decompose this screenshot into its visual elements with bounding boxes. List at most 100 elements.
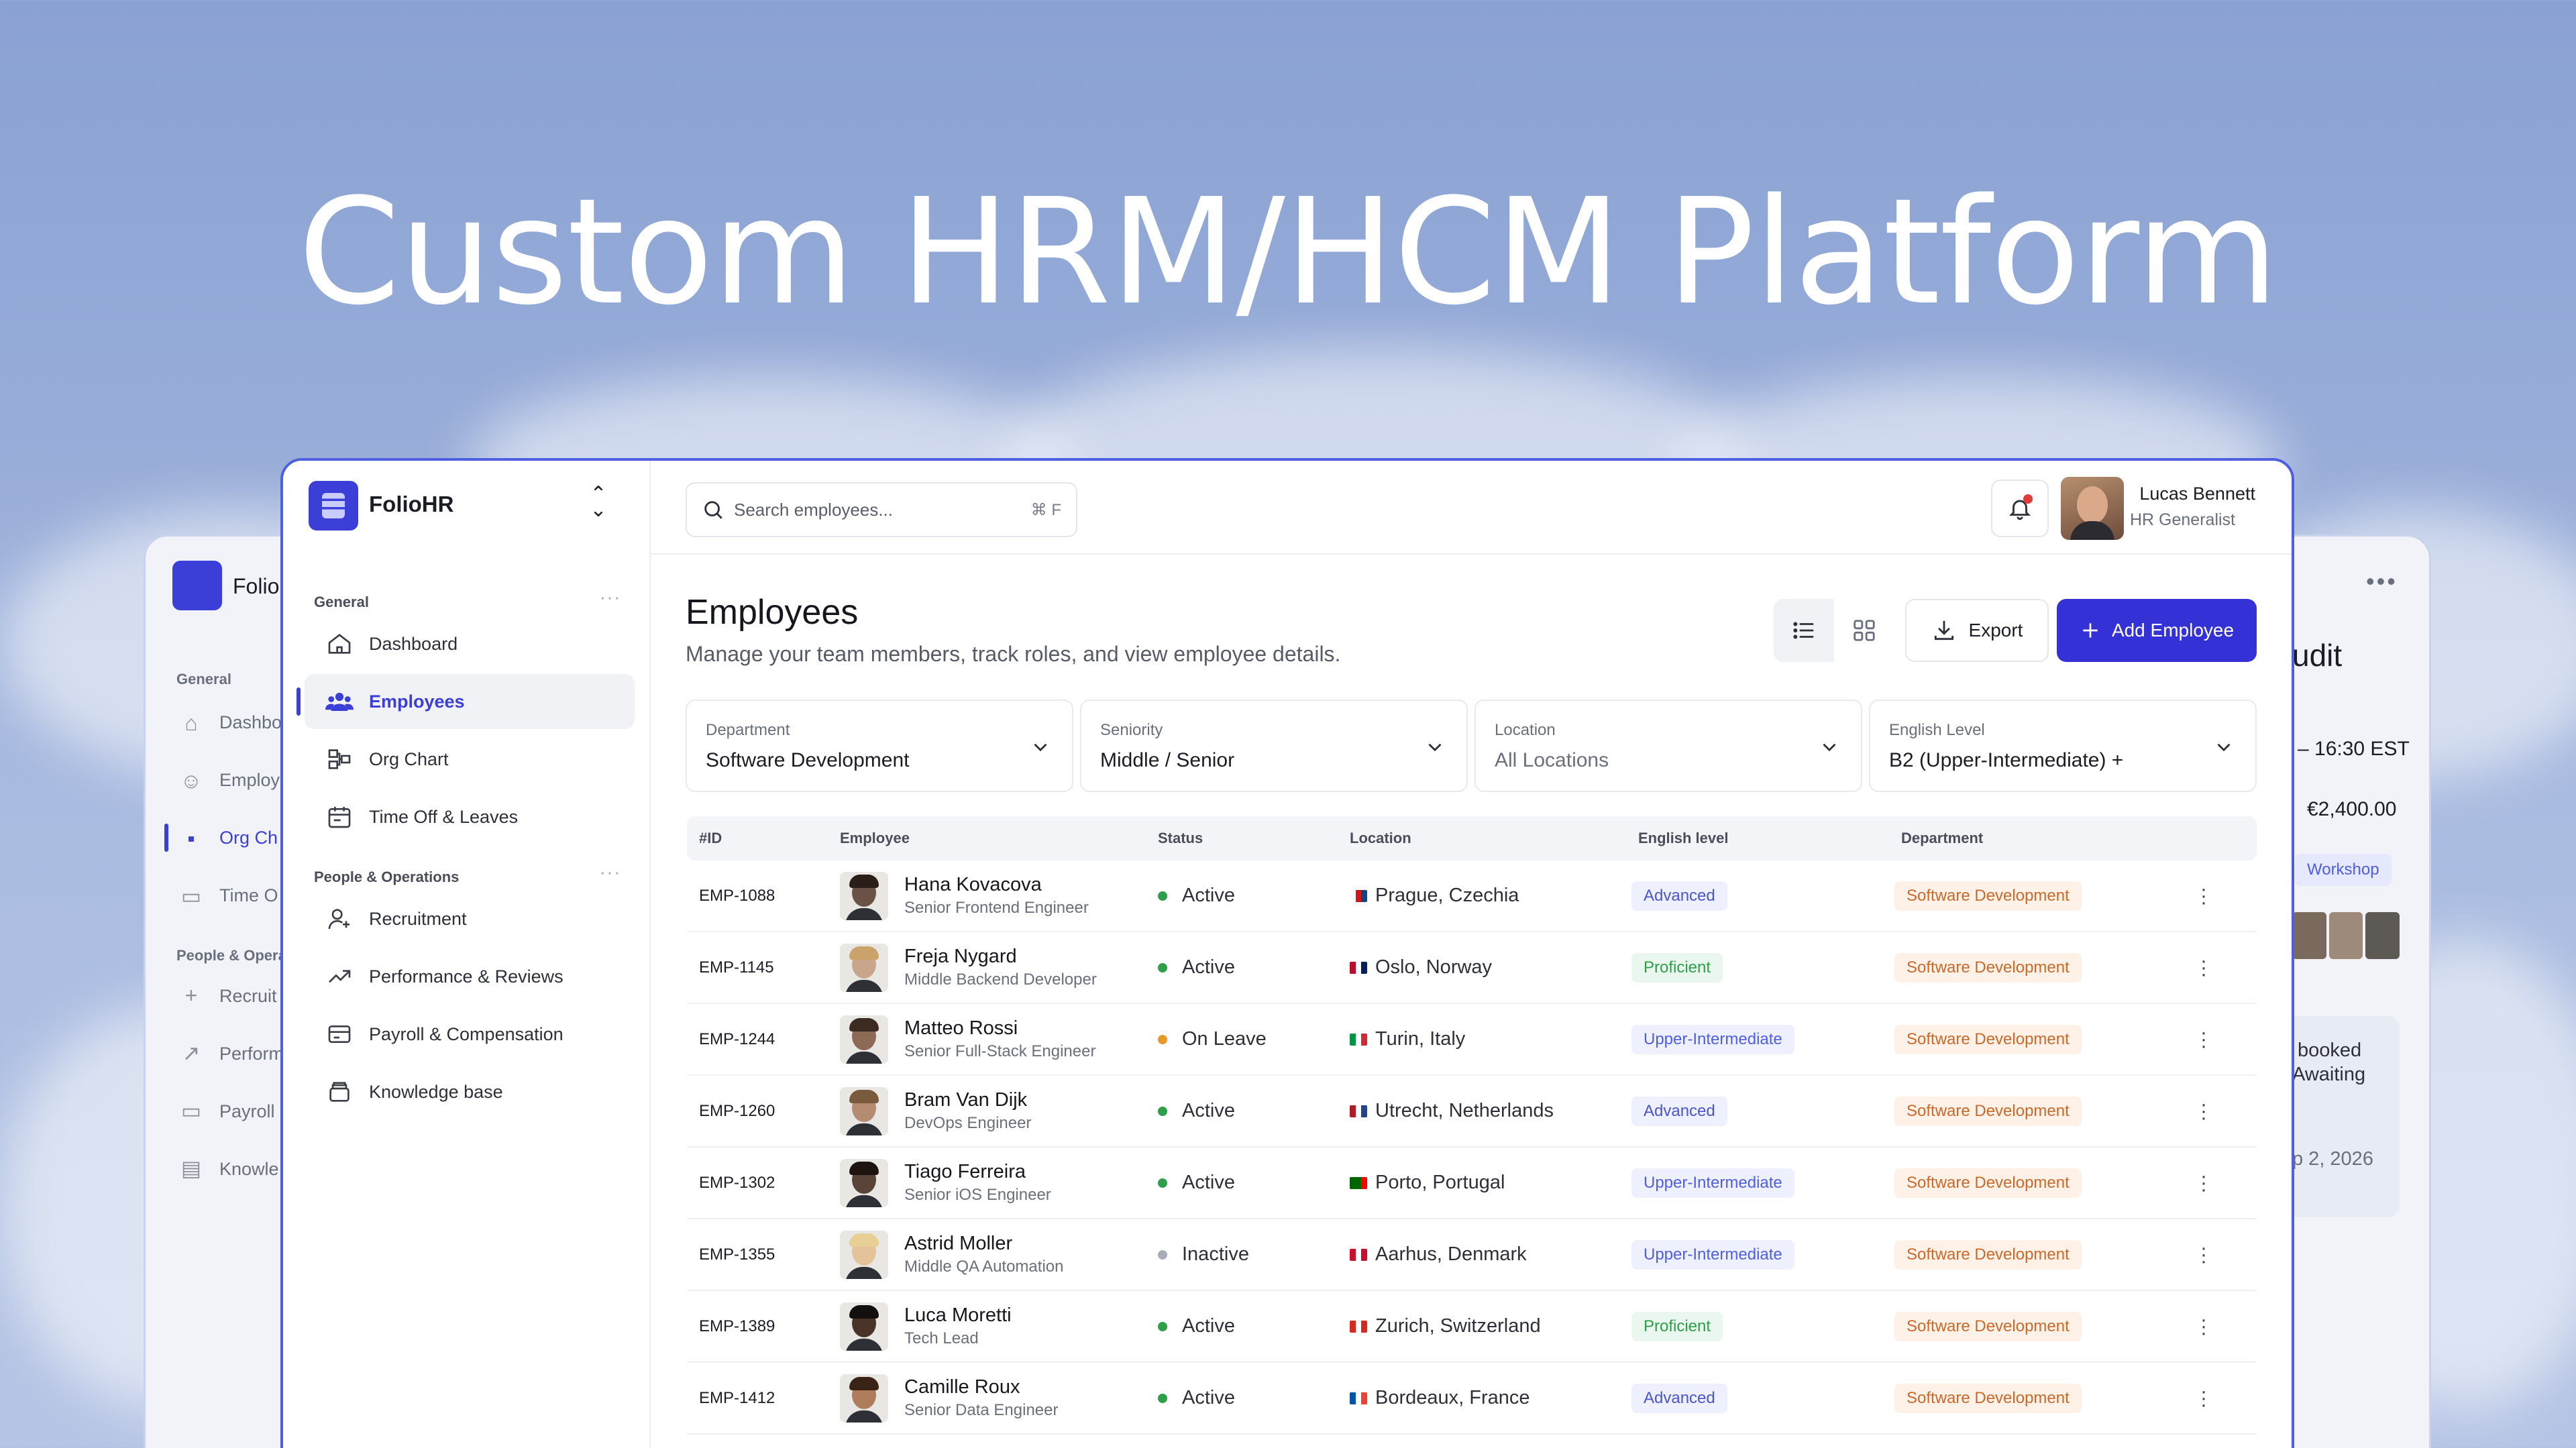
row-menu-icon[interactable]: · · · [2200,1237,2207,1271]
row-menu-icon[interactable]: · · · [2200,1022,2207,1056]
search-input[interactable]: Search employees... ⌘ F [686,482,1077,537]
status-dot [1158,962,1167,972]
employee-name[interactable]: Hana Kovacova [904,874,1089,896]
table-header: #ID Employee Status Location English lev… [687,816,2257,860]
page-title: Employees [686,593,859,632]
workspace-switch-icon[interactable]: ⌃ ⌄ [588,484,608,520]
sidebar-item-recruitment[interactable]: Recruitment [305,891,635,946]
filter-label: Seniority [1100,721,1163,739]
department-badge: Software Development [1894,1383,2082,1413]
filter-english-level[interactable]: English Level B2 (Upper-Intermediate) + [1869,700,2257,792]
location-label: Zurich, Switzerland [1375,1315,1541,1337]
filter-seniority[interactable]: Seniority Middle / Senior [1080,700,1468,792]
employee-photo [840,1158,888,1207]
hero-title: Custom HRM/HCM Platform [298,168,2278,337]
filter-department[interactable]: Department Software Development [686,700,1073,792]
column-header[interactable]: Department [1901,830,1983,847]
employee-name[interactable]: Bram Van Dijk [904,1089,1031,1111]
row-menu-icon[interactable]: · · · [2200,1309,2207,1343]
english-level-badge: Proficient [1631,952,1723,983]
flag-icon [1350,1320,1367,1333]
sidebar-item-label: Time Off & Leaves [369,806,519,827]
table-row[interactable]: EMP-1260 Bram Van Dijk DevOps Engineer A… [687,1076,2257,1148]
user-plus-icon: + [184,983,198,1007]
location-label: Prague, Czechia [1375,885,1519,906]
sidebar-item-knowledge-base[interactable]: Knowledge base [305,1064,635,1119]
notifications-button[interactable] [1991,480,2049,537]
row-menu-icon[interactable]: · · · [2200,1166,2207,1199]
employee-name[interactable]: Luca Moretti [904,1304,1012,1327]
location-cell: Bordeaux, France [1350,1387,1530,1409]
table-row[interactable]: EMP-1145 Freja Nygard Middle Backend Dev… [687,932,2257,1004]
sidebar-item-employees[interactable]: Employees [305,674,635,729]
location-cell: Zurich, Switzerland [1350,1315,1541,1337]
filter-value: Middle / Senior [1100,749,1235,771]
filter-location[interactable]: Location All Locations [1474,700,1862,792]
row-menu-icon[interactable]: · · · [2200,1381,2207,1414]
table-row[interactable]: EMP-1088 Hana Kovacova Senior Frontend E… [687,860,2257,932]
employee-role: Senior iOS Engineer [904,1186,1051,1204]
column-header[interactable]: Employee [840,830,910,847]
page-subtitle: Manage your team members, track roles, a… [686,642,1341,666]
employee-role: Senior Frontend Engineer [904,899,1089,917]
column-header[interactable]: Location [1350,830,1411,847]
department-badge: Software Development [1894,881,2082,911]
row-menu-icon[interactable]: · · · [2200,879,2207,912]
english-level-badge: Upper-Intermediate [1631,1239,1794,1270]
table-row[interactable]: EMP-1412 Camille Roux Senior Data Engine… [687,1363,2257,1435]
sidebar-item-label: Dashboard [369,633,458,654]
flag-icon [1350,1176,1367,1189]
sidebar-item-org-chart[interactable]: Org Chart [305,732,635,787]
back-nav-item: Knowle [219,1159,279,1179]
grid-view-button[interactable] [1834,599,1894,662]
employee-cell: Freja Nygard Middle Backend Developer [840,943,1097,992]
back-tag: Workshop [2295,854,2392,886]
filter-label: Department [706,721,790,739]
home-icon [325,629,354,659]
sidebar-item-payroll[interactable]: Payroll & Compensation [305,1007,635,1062]
table-row[interactable]: EMP-1355 Astrid Moller Middle QA Automat… [687,1219,2257,1291]
avatar[interactable] [2061,477,2124,540]
department-badge: Software Development [1894,952,2082,983]
sidebar-item-performance[interactable]: Performance & Reviews [305,949,635,1004]
column-header[interactable]: Status [1158,830,1203,847]
employee-name[interactable]: Tiago Ferreira [904,1161,1051,1183]
employee-id: EMP-1412 [699,1388,775,1407]
english-level-badge: Upper-Intermediate [1631,1024,1794,1054]
employee-id: EMP-1244 [699,1029,775,1048]
row-menu-icon[interactable]: · · · [2200,950,2207,984]
table-row[interactable]: EMP-1389 Luca Moretti Tech Lead Active Z… [687,1291,2257,1363]
back-nav-item: Employ [219,770,280,790]
search-placeholder: Search employees... [734,499,894,520]
employee-name[interactable]: Freja Nygard [904,946,1097,968]
location-cell: Oslo, Norway [1350,956,1492,979]
employee-name[interactable]: Matteo Rossi [904,1017,1095,1040]
employee-name[interactable]: Camille Roux [904,1376,1058,1398]
sidebar-item-dashboard[interactable]: Dashboard [305,616,635,671]
back-amount: €2,400.00 [2307,798,2397,820]
employee-id: EMP-1389 [699,1317,775,1335]
column-header[interactable]: #ID [699,830,722,847]
list-view-button[interactable] [1774,599,1834,662]
back-nav-item: Payroll [219,1101,275,1121]
grid-icon [1854,620,1875,641]
back-section-general: General [176,671,231,687]
table-row[interactable]: EMP-1244 Matteo Rossi Senior Full-Stack … [687,1004,2257,1076]
section-more-icon[interactable]: ··· [600,587,621,608]
back-time: – 16:30 EST [2298,738,2410,760]
back-nav-item: Recruit [219,986,277,1006]
row-menu-icon[interactable]: · · · [2200,1094,2207,1127]
status-badge: Active [1158,956,1235,979]
status-dot [1158,1178,1167,1188]
sidebar-item-label: Org Chart [369,748,449,769]
chevron-down-icon [1823,743,1836,752]
column-header[interactable]: English level [1638,830,1729,847]
add-employee-button[interactable]: Add Employee [2057,599,2257,662]
employee-role: DevOps Engineer [904,1114,1032,1132]
export-button[interactable]: Export [1905,599,2049,662]
back-nav-item: Perform [219,1044,284,1064]
sidebar-item-time-off[interactable]: Time Off & Leaves [305,789,635,844]
section-more-icon[interactable]: ··· [600,862,621,883]
table-row[interactable]: EMP-1302 Tiago Ferreira Senior iOS Engin… [687,1148,2257,1219]
employee-name[interactable]: Astrid Moller [904,1233,1063,1255]
